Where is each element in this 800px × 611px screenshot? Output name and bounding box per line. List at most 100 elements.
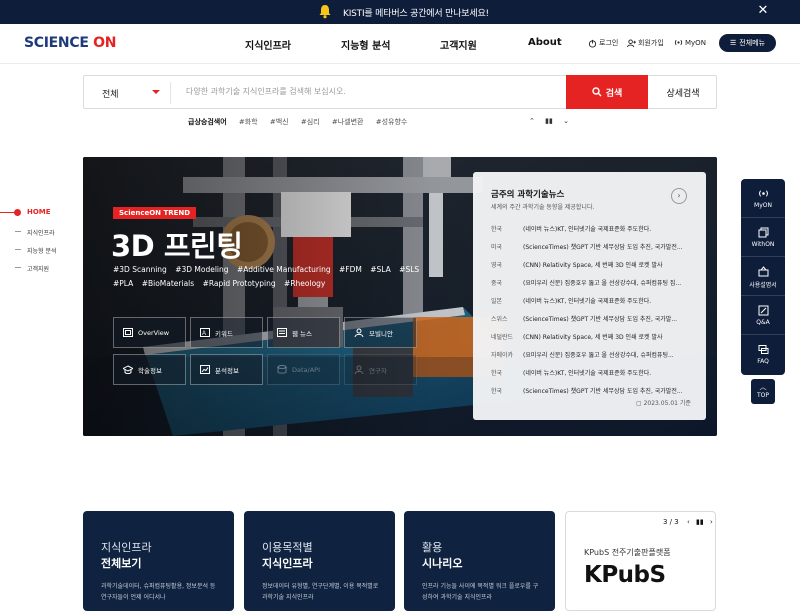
copy-icon <box>758 227 768 238</box>
kpubs-subtitle: KPubS 전주기출판플랫폼 <box>584 548 671 557</box>
search-bar: 전체 다양한 과학기술 지식인프라를 검색해 보십시오. 검색 상세검색 <box>83 75 717 109</box>
trend-tag[interactable]: #Additive Manufacturing <box>237 265 331 274</box>
side-menu-withon[interactable]: WithON <box>741 218 785 257</box>
people-button[interactable]: 모빌니안 <box>344 317 417 348</box>
kpubs-pager: 3 / 3 ‹ ▮▮ › <box>663 518 713 526</box>
news-item[interactable]: 일본 (네이버 뉴스)KT, 인터넷기술 국제표준화 주도한다. <box>491 296 696 305</box>
user-add-icon <box>627 38 636 47</box>
card-heading-strong: 지식인프라 <box>262 557 313 570</box>
trend-tag[interactable]: #PLA <box>113 279 133 288</box>
researcher-button[interactable]: 연구자 <box>344 354 417 385</box>
search-input[interactable]: 다양한 과학기술 지식인프라를 검색해 보십시오. <box>186 86 346 97</box>
card-knowledge-infra[interactable]: 지식인프라 전체보기 과학기술데이터, 슈퍼컴퓨팅활용, 정보분석 등 연구자들… <box>83 511 234 611</box>
side-nav-home[interactable]: HOME <box>27 208 51 216</box>
join-link[interactable]: 회원가입 <box>627 38 664 48</box>
news-item[interactable]: 자메이카 (요미우리 신문) 집중호우 뚫고 올 선상강수대, 슈퍼컴퓨팅... <box>491 350 696 359</box>
news-item[interactable]: 중국 (요미우리 신문) 집중호우 뚫고 올 선상강수대, 슈퍼컴퓨팅 집... <box>491 278 696 287</box>
announcement-bar: KISTI를 메타버스 공간에서 만나보세요! ✕ <box>0 0 800 24</box>
chevron-right-icon[interactable]: › <box>710 518 713 526</box>
pause-icon[interactable]: ▮▮ <box>545 117 553 125</box>
trending-keyword[interactable]: #화학 <box>239 118 258 126</box>
card-heading: 활용 <box>422 541 443 554</box>
detail-search-button[interactable]: 상세검색 <box>648 76 718 108</box>
card-heading: 이용목적별 <box>262 541 313 554</box>
card-scenario[interactable]: 활용 시나리오 인프라 기능들 사이에 목적별 워크 플로우를 구성하여 과학기… <box>404 511 555 611</box>
divider <box>170 82 171 104</box>
close-icon[interactable]: ✕ <box>756 4 770 18</box>
site-logo[interactable]: SCIENCE ON <box>24 35 117 51</box>
side-nav-support[interactable]: 고객지원 <box>27 264 49 273</box>
data-icon <box>277 365 287 374</box>
news-item[interactable]: 한국 (네이버 뉴스)KT, 인터넷기술 국제표준화 주도한다. <box>491 368 696 377</box>
side-menu-myon[interactable]: MyON <box>741 179 785 218</box>
data-api-button[interactable]: Data/API <box>267 354 340 385</box>
card-purpose-infra[interactable]: 이용목적별 지식인프라 정보데이터 유형별, 연구단계별, 이용 목적별로 과학… <box>244 511 395 611</box>
myon-link[interactable]: MyON <box>674 38 706 47</box>
news-date: ▢ 2023.05.01 기준 <box>636 400 691 407</box>
trend-tag[interactable]: #FDM <box>339 265 362 274</box>
edit-icon <box>758 305 768 316</box>
news-item[interactable]: 한국 (네이버 뉴스)KT, 인터넷기술 국제표준화 주도한다. <box>491 224 696 233</box>
trending-keyword[interactable]: #심리 <box>301 118 320 126</box>
chevron-down-icon[interactable] <box>152 90 160 94</box>
divider <box>15 267 21 268</box>
researcher-icon <box>354 365 364 374</box>
announcement-text[interactable]: KISTI를 메타버스 공간에서 만나보세요! <box>343 6 489 19</box>
side-nav-knowledge-infra[interactable]: 지식인프라 <box>27 228 55 237</box>
news-item[interactable]: 스위스 (ScienceTimes) 챗GPT 기반 세무상담 도입 추진, 국가… <box>491 314 696 323</box>
bell-icon <box>319 5 331 19</box>
search-button[interactable]: 검색 <box>566 75 648 109</box>
side-menu-faq[interactable]: FAQ <box>741 335 785 374</box>
trend-tag[interactable]: #SLA <box>370 265 391 274</box>
login-link[interactable]: 로그인 <box>588 38 618 48</box>
side-menu-qna[interactable]: Q&A <box>741 296 785 335</box>
trend-tag[interactable]: #3D Modeling <box>175 265 228 274</box>
broadcast-icon <box>758 190 768 197</box>
chevron-up-icon[interactable]: ⌃ <box>529 117 535 125</box>
chevron-right-icon[interactable]: › <box>671 188 687 204</box>
news-item[interactable]: 영국 (CNN) Relativity Space, 세 번째 3D 인쇄 로켓 … <box>491 260 696 269</box>
search-icon <box>592 87 602 97</box>
web-news-button[interactable]: 웹 뉴스 <box>267 317 340 348</box>
card-heading-strong: 전체보기 <box>101 557 142 570</box>
svg-text:A: A <box>202 331 206 337</box>
news-item[interactable]: 미국 (ScienceTimes) 챗GPT 기반 세무상담 도입 추진, 국가발… <box>491 242 696 251</box>
news-item[interactable]: 한국 (ScienceTimes) 챗GPT 기반 세무상담 도입 추진, 국가발… <box>491 386 696 395</box>
nav-customer-support[interactable]: 고객지원 <box>440 37 477 52</box>
trend-tag[interactable]: #3D Scanning <box>113 265 167 274</box>
trend-tag[interactable]: #Rheology <box>284 279 325 288</box>
academic-info-button[interactable]: 학술정보 <box>113 354 186 385</box>
side-menu-manual[interactable]: 사용설명서 <box>741 257 785 296</box>
scroll-top-button[interactable]: ︿ TOP <box>751 379 775 404</box>
card-heading: 지식인프라 <box>101 541 152 554</box>
chevron-left-icon[interactable]: ‹ <box>687 518 690 526</box>
nav-about[interactable]: About <box>528 37 562 48</box>
broadcast-icon <box>674 39 683 46</box>
overview-button[interactable]: OverView <box>113 317 186 348</box>
chevron-down-icon[interactable]: ⌄ <box>563 117 569 125</box>
trend-tag[interactable]: #BioMaterials <box>142 279 194 288</box>
current-dot <box>14 209 21 216</box>
news-subtitle: 세계의 주간 과학기술 동향을 제공합니다. <box>491 204 595 211</box>
trending-label: 급상승검색어 <box>188 118 227 126</box>
trend-tag[interactable]: #Rapid Prototyping <box>203 279 276 288</box>
trend-tag[interactable]: #SLS <box>399 265 419 274</box>
search-category-select[interactable]: 전체 <box>102 87 119 100</box>
pause-icon[interactable]: ▮▮ <box>696 518 704 526</box>
side-nav-analysis[interactable]: 지능형 분석 <box>27 246 57 255</box>
nav-intelligent-analysis[interactable]: 지능형 분석 <box>341 37 390 52</box>
overview-icon <box>123 328 133 337</box>
trending-keyword[interactable]: #백신 <box>270 118 289 126</box>
nav-knowledge-infra[interactable]: 지식인프라 <box>245 37 291 52</box>
analysis-info-button[interactable]: 분석정보 <box>190 354 263 385</box>
keyword-icon: A <box>200 328 210 337</box>
trend-badge: ScienceON TREND <box>113 207 197 219</box>
kpubs-title: KPubS <box>584 562 666 588</box>
keyword-button[interactable]: A 키워드 <box>190 317 263 348</box>
trending-keyword[interactable]: #성유향수 <box>376 118 408 126</box>
trend-title: 3D 프린팅 <box>111 229 243 263</box>
news-item[interactable]: 네덜란드 (CNN) Relativity Space, 세 번째 3D 인쇄 로… <box>491 332 696 341</box>
trending-keyword[interactable]: #나셀변환 <box>332 118 364 126</box>
all-menu-button[interactable]: ☰ 전체메뉴 <box>719 34 776 52</box>
card-kpubs[interactable]: 3 / 3 ‹ ▮▮ › KPubS 전주기출판플랫폼 KPubS <box>565 511 716 611</box>
